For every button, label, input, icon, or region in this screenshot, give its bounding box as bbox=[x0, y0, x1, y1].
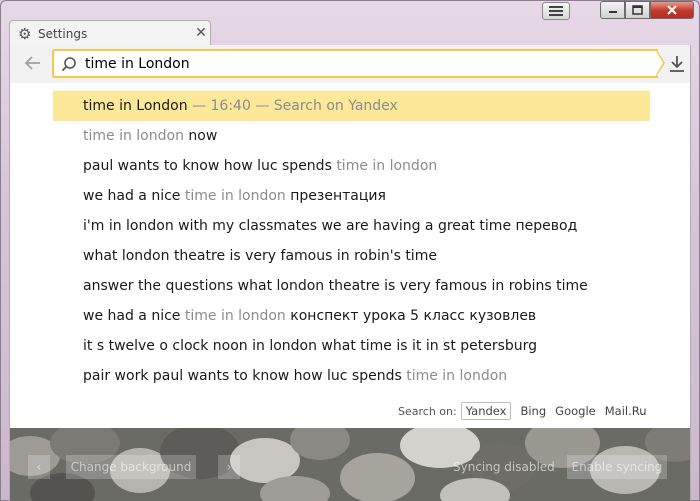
tab-settings[interactable]: ⚙ Settings ✕ bbox=[9, 20, 211, 46]
suggestion-text: pair work paul wants to know how luc spe… bbox=[83, 368, 407, 384]
tab-title: Settings bbox=[38, 26, 88, 41]
download-icon[interactable] bbox=[669, 55, 685, 73]
suggestion-text: презентация bbox=[285, 188, 386, 204]
window-controls bbox=[600, 1, 694, 21]
engine-mailru[interactable]: Mail.Ru bbox=[605, 404, 647, 418]
suggestion-text: now bbox=[183, 128, 218, 144]
bottom-bar: ‹ Change background › Syncing disabled E… bbox=[10, 448, 690, 484]
minimize-icon[interactable] bbox=[600, 1, 625, 19]
maximize-icon[interactable] bbox=[625, 1, 650, 19]
syncing-status: Syncing disabled bbox=[453, 460, 555, 474]
suggestion-text: i'm in london with my classmates we are … bbox=[83, 218, 578, 234]
suggestion-text: конспект урока 5 класс кузовлев bbox=[285, 308, 537, 324]
engine-bing[interactable]: Bing bbox=[520, 404, 546, 418]
suggestion-text: time in london bbox=[406, 368, 508, 384]
change-background-button[interactable]: Change background bbox=[66, 455, 196, 479]
search-engine-selector: Search on: Yandex Bing Google Mail.Ru bbox=[398, 401, 647, 421]
omnibox[interactable] bbox=[52, 49, 658, 78]
tab-close-icon[interactable]: ✕ bbox=[193, 25, 209, 41]
suggestion-item[interactable]: pair work paul wants to know how luc spe… bbox=[53, 361, 650, 391]
suggestion-item[interactable]: we had a nice time in london презентация bbox=[53, 181, 650, 211]
next-background-button[interactable]: › bbox=[218, 455, 240, 479]
browser-content: time in London — 16:40 — Search on Yande… bbox=[9, 45, 691, 501]
suggestion-item[interactable]: time in london now bbox=[53, 121, 650, 151]
enable-syncing-button[interactable]: Enable syncing bbox=[567, 455, 667, 479]
suggestion-text: time in london bbox=[336, 158, 438, 174]
suggestion-item[interactable]: i'm in london with my classmates we are … bbox=[53, 211, 650, 241]
address-input[interactable] bbox=[85, 55, 625, 72]
suggestion-text: time in london bbox=[83, 128, 184, 144]
suggestion-text: time in london bbox=[184, 308, 286, 324]
suggestion-item[interactable]: answer the questions what london theatre… bbox=[53, 271, 650, 301]
suggestion-text: it s twelve o clock noon in london what … bbox=[83, 338, 538, 354]
suggestion-text: answer the questions what london theatre… bbox=[83, 278, 588, 294]
suggestion-text: we had a nice bbox=[83, 308, 185, 324]
engine-google[interactable]: Google bbox=[555, 404, 596, 418]
hamburger-icon[interactable] bbox=[542, 2, 570, 20]
suggestion-text: time in London bbox=[83, 98, 188, 114]
prev-background-button[interactable]: ‹ bbox=[28, 455, 50, 479]
suggestion-item[interactable]: time in London — 16:40 — Search on Yande… bbox=[53, 91, 650, 121]
toolbar bbox=[10, 45, 690, 83]
suggestion-text: what london theatre is very famous in ro… bbox=[83, 248, 437, 264]
suggestion-list: time in London — 16:40 — Search on Yande… bbox=[53, 91, 650, 391]
suggestion-item[interactable]: it s twelve o clock noon in london what … bbox=[53, 331, 650, 361]
back-arrow-icon[interactable] bbox=[24, 55, 44, 73]
search-icon bbox=[61, 56, 77, 72]
suggestion-item[interactable]: we had a nice time in london конспект ур… bbox=[53, 301, 650, 331]
close-icon[interactable] bbox=[650, 1, 694, 19]
suggestion-text: we had a nice bbox=[83, 188, 185, 204]
suggestion-text: time in london bbox=[184, 188, 286, 204]
suggestion-item[interactable]: paul wants to know how luc spends time i… bbox=[53, 151, 650, 181]
gear-icon: ⚙ bbox=[18, 24, 32, 43]
engine-yandex[interactable]: Yandex bbox=[460, 402, 512, 420]
omnibox-arrow-fill bbox=[656, 51, 663, 75]
suggestion-item[interactable]: what london theatre is very famous in ro… bbox=[53, 241, 650, 271]
suggestion-text: paul wants to know how luc spends bbox=[83, 158, 337, 174]
suggestion-text: — 16:40 — Search on Yandex bbox=[187, 98, 398, 114]
search-on-label: Search on: bbox=[398, 404, 457, 418]
